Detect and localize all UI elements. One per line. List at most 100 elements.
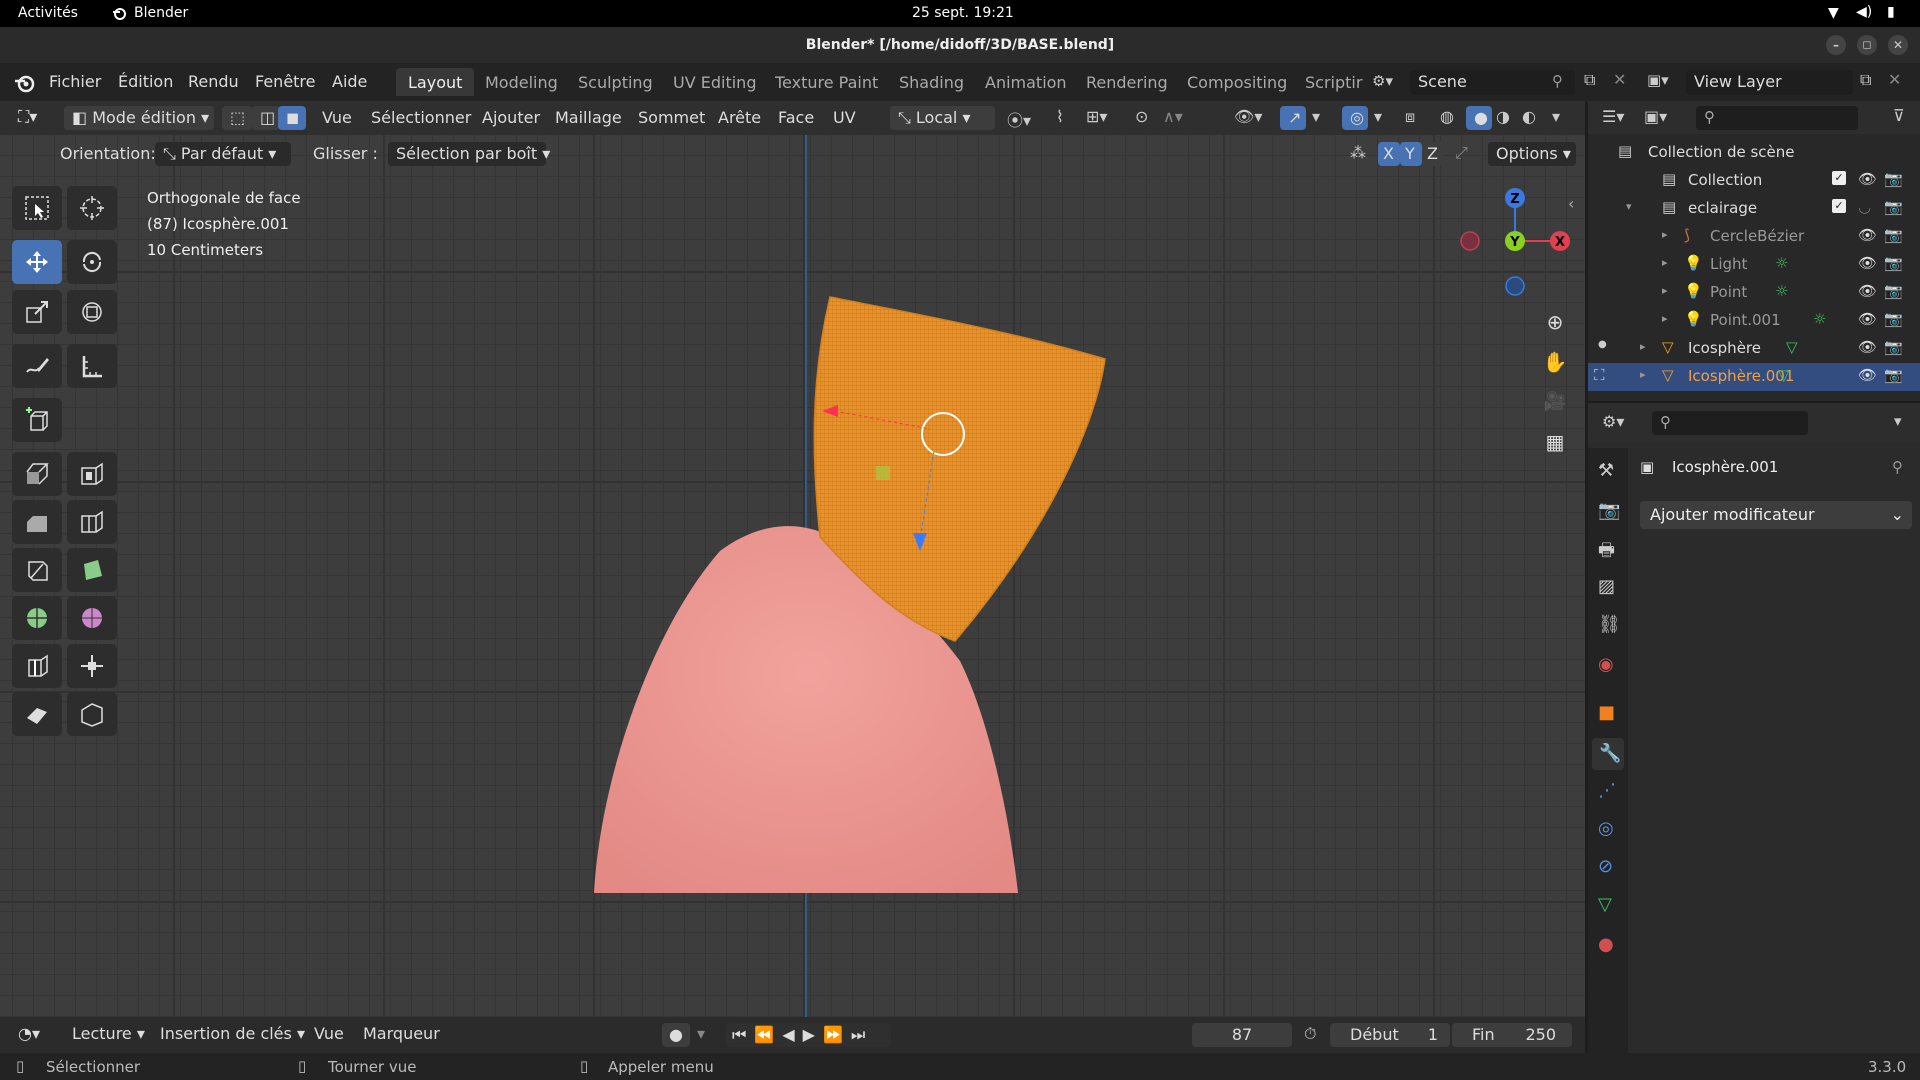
overlays-icon[interactable]: ◎ (1342, 106, 1368, 130)
tab-sculpting[interactable]: Sculpting (566, 68, 665, 96)
outliner-row[interactable]: ▸ ⟆ CercleBézier 👁 📷 (1588, 223, 1920, 251)
data-tab-icon[interactable]: ▽ (1598, 894, 1612, 915)
expand-icon[interactable]: ▸ (1662, 228, 1668, 241)
gizmo-x-label[interactable]: X (1555, 235, 1565, 250)
vertex-select-icon[interactable]: ⬚ (222, 106, 252, 130)
object-tab-icon[interactable]: ■ (1598, 702, 1615, 723)
start-frame-field[interactable]: Début 1 (1330, 1023, 1450, 1047)
tab-modeling[interactable]: Modeling (473, 68, 570, 96)
edit-mode-dot-icon[interactable]: ● (1598, 339, 1607, 350)
menu-arete[interactable]: Arête (718, 108, 761, 127)
menu-face[interactable]: Face (778, 108, 814, 127)
snap-target-icon[interactable]: ⊞▾ (1086, 107, 1107, 126)
properties-search-input[interactable]: ⚲ (1652, 411, 1808, 435)
volume-icon[interactable]: ◀) (1856, 4, 1872, 20)
jump-end-icon[interactable]: ⏭ (851, 1025, 873, 1044)
edge-select-icon[interactable]: ◫ (252, 106, 280, 130)
delete-scene-icon[interactable]: ✕ (1613, 70, 1626, 89)
wireframe-shading-icon[interactable]: ◍ (1440, 107, 1454, 126)
eye-icon[interactable]: 👁 (1858, 338, 1877, 356)
display-mode-icon[interactable]: ▣▾ (1644, 107, 1667, 126)
light-data-icon[interactable]: ☼ (1813, 310, 1826, 328)
knife-tool[interactable] (12, 548, 62, 592)
keying-menu[interactable]: Insertion de clés ▾ (160, 1024, 305, 1043)
shear-tool[interactable] (12, 692, 62, 736)
minimize-icon[interactable]: – (1826, 35, 1846, 55)
outliner-search-input[interactable]: ⚲ (1696, 106, 1858, 130)
expand-icon[interactable]: ▸ (1640, 340, 1646, 353)
eye-icon[interactable]: 👁 (1858, 226, 1877, 244)
camera-icon[interactable]: 📷 (1884, 170, 1903, 188)
power-icon[interactable]: ▮ (1887, 4, 1895, 20)
properties-options-icon[interactable]: ▾ (1894, 412, 1902, 430)
outliner-row[interactable]: ▸ 💡 Point ☼ 👁 📷 (1588, 279, 1920, 307)
tab-scripting[interactable]: Scriptir (1293, 68, 1374, 96)
eye-icon[interactable]: 👁 (1858, 282, 1877, 300)
menu-fichier[interactable]: Fichier (49, 72, 101, 91)
menu-ajouter[interactable]: Ajouter (482, 108, 540, 127)
eye-icon[interactable]: ◡ (1858, 198, 1871, 216)
outliner-row[interactable]: ▸ ▽ Icosphère.001 ▽ 👁 📷 ⛶ (1588, 363, 1920, 391)
poly-build-tool[interactable] (67, 548, 117, 592)
timeline-view-menu[interactable]: Vue (314, 1024, 344, 1043)
expand-icon[interactable]: ▸ (1640, 368, 1646, 381)
options-dropdown[interactable]: Options ▾ (1488, 142, 1576, 166)
outliner-row[interactable]: ▸ ▽ Icosphère ▽ 👁 📷 ● (1588, 335, 1920, 363)
proportional-editing-icon[interactable]: ⊙ (1135, 107, 1148, 126)
camera-icon[interactable]: 📷 (1884, 226, 1903, 244)
rotate-tool[interactable] (67, 240, 117, 284)
visibility-icon[interactable]: 👁▾ (1234, 107, 1262, 126)
maximize-icon[interactable]: ◻ (1857, 35, 1877, 55)
current-frame-field[interactable]: 87 (1192, 1023, 1292, 1047)
mirror-y-button[interactable]: Y (1400, 142, 1422, 166)
app-name[interactable]: Blender (134, 5, 188, 21)
inset-tool[interactable] (67, 452, 117, 496)
annotate-tool[interactable] (12, 344, 62, 388)
snap-icon[interactable]: ⌇ (1056, 107, 1064, 126)
timeline-editor-icon[interactable]: ◔▾ (18, 1024, 40, 1043)
light-data-icon[interactable]: ☼ (1775, 282, 1788, 300)
3d-viewport[interactable]: Orthogonale de face (87) Icosphère.001 1… (0, 101, 1585, 1017)
pin-icon[interactable]: ⚲ (1552, 72, 1563, 90)
eye-icon[interactable]: 👁 (1858, 170, 1877, 188)
scene-tab-icon[interactable]: ⛓ (1598, 614, 1621, 635)
edit-mode-icon[interactable]: ⛶ (1594, 366, 1605, 384)
exclude-checkbox[interactable]: ✓ (1832, 199, 1846, 213)
camera-icon[interactable]: 📷 (1884, 338, 1903, 356)
grid-toggle-icon[interactable]: ▦ (1538, 425, 1572, 459)
scene-name-field[interactable]: Scene (1410, 70, 1575, 95)
sidebar-toggle-icon[interactable]: ‹ (1568, 194, 1574, 213)
particles-tab-icon[interactable]: ⋰ (1598, 780, 1616, 801)
menu-maillage[interactable]: Maillage (555, 108, 622, 127)
stopwatch-icon[interactable]: ⏱ (1304, 1024, 1316, 1044)
menu-uv[interactable]: UV (833, 108, 856, 127)
drag-dropdown[interactable]: Sélection par boît ▾ (388, 142, 550, 166)
prev-key-icon[interactable]: ⏪ (754, 1025, 782, 1044)
tool-tab-icon[interactable]: ⚒ (1598, 460, 1614, 481)
gizmo-toggle-icon[interactable]: ↗ (1280, 106, 1306, 130)
scene-selector-icon[interactable]: ⚙▾ (1372, 72, 1408, 94)
gizmo-dropdown-icon[interactable]: ▾ (1312, 107, 1320, 126)
clock[interactable]: 25 sept. 19:21 (912, 5, 1014, 21)
menu-fenetre[interactable]: Fenêtre (255, 72, 316, 91)
exclude-checkbox[interactable]: ✓ (1832, 171, 1846, 185)
transform-tool[interactable] (67, 290, 117, 334)
outliner-row[interactable]: ▸ 💡 Light ☼ 👁 📷 (1588, 251, 1920, 279)
tab-texture-paint[interactable]: Texture Paint (763, 68, 890, 96)
modifier-tab-icon[interactable]: 🔧 (1592, 738, 1624, 770)
tab-rendering[interactable]: Rendering (1074, 68, 1180, 96)
shrink-fatten-tool[interactable] (67, 644, 117, 688)
tab-uv-editing[interactable]: UV Editing (661, 68, 768, 96)
collapse-icon[interactable]: ▾ (1626, 200, 1632, 213)
cursor-tool[interactable] (67, 186, 117, 230)
menu-rendu[interactable]: Rendu (188, 72, 239, 91)
camera-icon[interactable]: 📷 (1884, 254, 1903, 272)
record-icon[interactable]: ● (662, 1023, 690, 1047)
spin-tool[interactable] (12, 596, 62, 640)
playback-controls[interactable]: ⏮⏪◀▶⏩⏭ (726, 1023, 891, 1047)
overlays-dropdown-icon[interactable]: ▾ (1374, 107, 1382, 126)
properties-editor-icon[interactable]: ⚙▾ (1602, 412, 1624, 431)
eye-icon[interactable]: 👁 (1858, 310, 1877, 328)
pin-icon[interactable]: ⚲ (1892, 458, 1903, 476)
constraints-tab-icon[interactable]: ⊘ (1598, 856, 1613, 877)
